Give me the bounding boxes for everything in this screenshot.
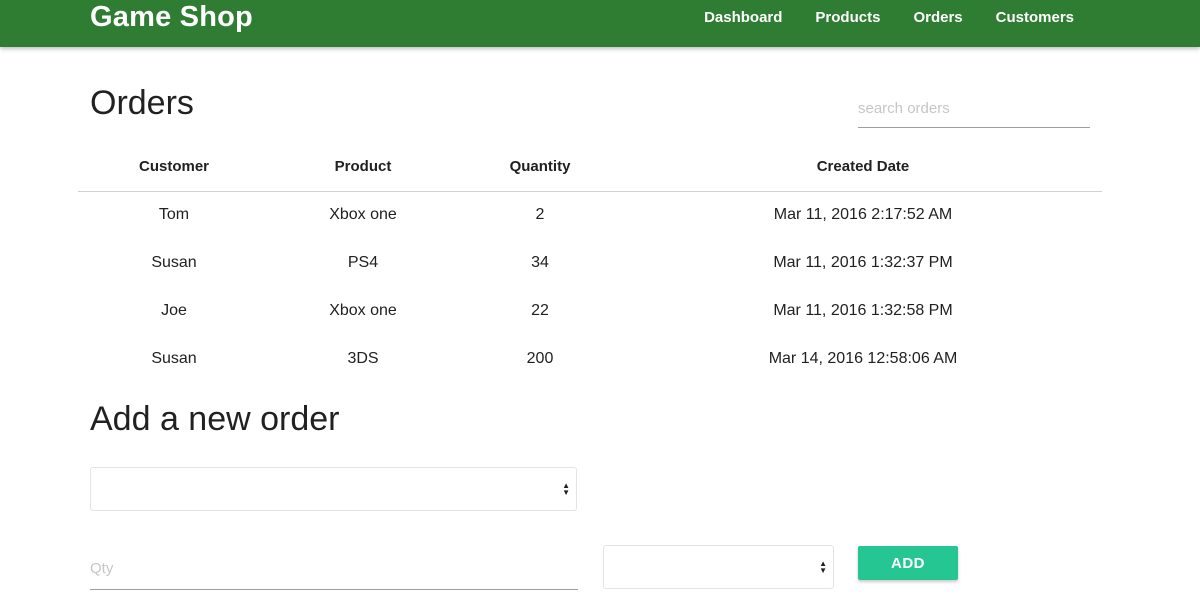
nav-link-dashboard[interactable]: Dashboard: [704, 9, 782, 26]
cell-created-date: Mar 11, 2016 1:32:58 PM: [773, 302, 953, 319]
page-title: Orders: [90, 84, 194, 122]
nav-link-customers[interactable]: Customers: [996, 9, 1074, 26]
cell-quantity: 200: [526, 350, 554, 367]
table-row: Susan PS4 34 Mar 11, 2016 1:32:37 PM: [78, 239, 1102, 287]
cell-quantity: 2: [535, 206, 545, 224]
cell-product: PS4: [347, 254, 379, 271]
cell-created-date: Mar 14, 2016 12:58:06 AM: [768, 350, 958, 367]
add-order-title: Add a new order: [90, 400, 340, 438]
cell-created-date: Mar 11, 2016 1:32:37 PM: [773, 254, 953, 271]
column-header-quantity: Quantity: [456, 143, 624, 192]
brand-title[interactable]: Game Shop: [90, 0, 253, 34]
column-header-created-date: Created Date: [624, 143, 1102, 192]
cell-customer: Susan: [151, 254, 197, 271]
cell-quantity: 22: [531, 302, 549, 319]
cell-created-date: Mar 11, 2016 2:17:52 AM: [773, 206, 953, 224]
add-order-button[interactable]: ADD: [858, 546, 958, 580]
nav-links: Dashboard Products Orders Customers: [704, 0, 1074, 34]
nav-link-products[interactable]: Products: [815, 9, 880, 26]
cell-product: 3DS: [347, 350, 379, 367]
customer-select[interactable]: ▲ ▼: [90, 467, 577, 511]
column-header-customer: Customer: [78, 143, 270, 192]
cell-customer: Tom: [158, 206, 190, 224]
table-row: Joe Xbox one 22 Mar 11, 2016 1:32:58 PM: [78, 287, 1102, 335]
orders-table: Customer Product Quantity Created Date T…: [78, 143, 1102, 383]
top-navbar: Game Shop Dashboard Products Orders Cust…: [0, 0, 1200, 47]
table-row: Tom Xbox one 2 Mar 11, 2016 2:17:52 AM: [78, 191, 1102, 239]
qty-input[interactable]: [90, 548, 578, 590]
search-orders-input[interactable]: [858, 90, 1090, 128]
select-arrows-icon: ▲ ▼: [562, 481, 570, 497]
product-select[interactable]: ▲ ▼: [603, 545, 834, 589]
nav-link-orders[interactable]: Orders: [913, 9, 962, 26]
cell-product: Xbox one: [329, 302, 397, 319]
select-arrows-icon: ▲ ▼: [819, 559, 827, 575]
table-header-row: Customer Product Quantity Created Date: [78, 143, 1102, 192]
cell-quantity: 34: [531, 254, 549, 271]
cell-customer: Joe: [161, 302, 187, 319]
table-row: Susan 3DS 200 Mar 14, 2016 12:58:06 AM: [78, 335, 1102, 383]
cell-customer: Susan: [151, 350, 197, 367]
column-header-product: Product: [270, 143, 456, 192]
cell-product: Xbox one: [329, 206, 397, 224]
